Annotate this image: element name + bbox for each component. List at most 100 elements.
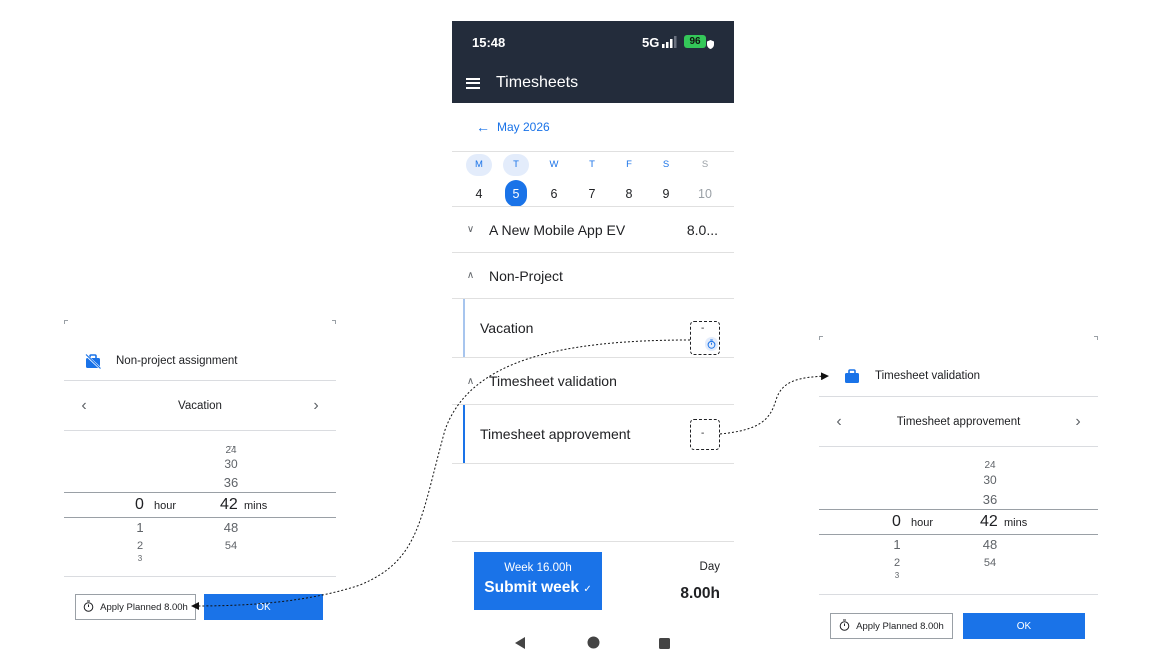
- dialog-header-title: Timesheet validation: [875, 370, 981, 382]
- non-project-section[interactable]: ∧ Non-Project: [452, 253, 734, 298]
- entry-indicator: [463, 299, 465, 357]
- chevron-down-icon[interactable]: ∨: [452, 224, 489, 235]
- corner-mark: [819, 336, 823, 340]
- chevron-up-icon[interactable]: ∧: [452, 270, 489, 281]
- day-number: 4: [475, 187, 483, 201]
- picker-hour-value[interactable]: 0: [892, 513, 901, 531]
- picker-hour-option[interactable]: 2: [120, 540, 160, 552]
- picker-minute-option[interactable]: 24: [211, 445, 251, 456]
- day-monday[interactable]: M 4: [466, 154, 492, 208]
- day-thursday[interactable]: T 7: [579, 154, 605, 208]
- section-title: Non-Project: [489, 267, 563, 284]
- approvement-value-field[interactable]: -: [690, 419, 720, 450]
- separator: [452, 541, 734, 542]
- picker-selection-band: [64, 492, 336, 518]
- picker-minute-option[interactable]: 36: [970, 492, 1010, 507]
- dialog-header: Timesheet validation: [819, 365, 1098, 387]
- day-number: 7: [588, 187, 596, 201]
- picker-hour-option[interactable]: 2: [877, 557, 917, 569]
- separator: [64, 576, 336, 577]
- picker-minute-option[interactable]: 48: [211, 520, 251, 535]
- chevron-right-icon[interactable]: ›: [296, 391, 336, 421]
- day-friday[interactable]: F 8: [616, 154, 642, 208]
- project-row[interactable]: ∨ A New Mobile App EV 8.0...: [452, 207, 734, 252]
- dialog-nav-label: Timesheet approvement: [896, 416, 1021, 428]
- vacation-entry[interactable]: Vacation -: [452, 299, 734, 357]
- entry-label: Vacation: [480, 320, 534, 336]
- chevron-up-icon[interactable]: ∧: [452, 376, 489, 387]
- submit-week-label: Submit week ✓: [474, 579, 602, 597]
- chevron-left-icon[interactable]: ‹: [819, 407, 859, 437]
- arrow-approvement-to-right-dialog: [719, 372, 829, 435]
- day-number-selected: 5: [505, 180, 527, 207]
- timesheet-validation-section[interactable]: ∧ Timesheet validation: [452, 358, 734, 404]
- picker-minute-option[interactable]: 54: [211, 540, 251, 552]
- submit-week-button[interactable]: Week 16.00h Submit week ✓: [474, 552, 602, 610]
- project-hours: 8.0...: [686, 221, 718, 238]
- entry-value: -: [701, 323, 705, 334]
- day-wednesday[interactable]: W 6: [541, 154, 567, 208]
- footer: Week 16.00h Submit week ✓ Day 8.00h: [452, 541, 734, 655]
- briefcase-icon: [843, 367, 861, 385]
- project-name: A New Mobile App EV: [489, 221, 626, 238]
- day-letter: F: [626, 159, 632, 170]
- picker-hour-option[interactable]: 3: [877, 571, 917, 580]
- day-saturday[interactable]: S 9: [653, 154, 679, 208]
- entry-indicator: [463, 405, 465, 463]
- day-letter: S: [701, 159, 709, 170]
- dialog-nav: ‹ Vacation ›: [64, 390, 336, 422]
- picker-minute-option[interactable]: 30: [970, 473, 1010, 487]
- separator: [819, 446, 1098, 447]
- check-icon: ✓: [583, 584, 592, 595]
- dialog-header: Non-project assignment: [64, 350, 336, 372]
- picker-hour-value[interactable]: 0: [135, 496, 144, 514]
- stopwatch-icon[interactable]: [705, 337, 718, 351]
- arrow-left-icon[interactable]: ←: [476, 119, 490, 135]
- day-number: 8: [625, 187, 633, 201]
- picker-minute-option[interactable]: 30: [211, 457, 251, 471]
- entry-value: -: [701, 428, 705, 439]
- home-icon[interactable]: [587, 636, 600, 654]
- apply-planned-button[interactable]: Apply Planned 8.00h: [75, 594, 196, 620]
- shield-icon: [707, 37, 714, 49]
- picker-hour-option[interactable]: 3: [120, 554, 160, 563]
- day-tuesday[interactable]: T 5: [503, 154, 529, 207]
- corner-mark: [64, 320, 68, 324]
- day-letter: W: [549, 159, 559, 170]
- status-bar: 15:48 5G 96: [452, 21, 734, 63]
- ok-button[interactable]: OK: [204, 594, 323, 620]
- picker-minute-option[interactable]: 24: [970, 460, 1010, 471]
- picker-minute-value[interactable]: 42: [220, 496, 238, 514]
- separator: [452, 463, 734, 464]
- menu-icon[interactable]: [466, 77, 480, 89]
- ok-button[interactable]: OK: [963, 613, 1085, 639]
- month-selector[interactable]: ← May 2026: [476, 119, 550, 135]
- picker-minute-unit: mins: [244, 500, 268, 512]
- picker-minute-option[interactable]: 54: [970, 557, 1010, 569]
- apply-planned-button[interactable]: Apply Planned 8.00h: [830, 613, 953, 639]
- chevron-right-icon[interactable]: ›: [1058, 407, 1098, 437]
- stopwatch-icon: [839, 619, 850, 634]
- picker-minute-option[interactable]: 36: [211, 475, 251, 490]
- picker-minute-value[interactable]: 42: [980, 513, 998, 531]
- day-letter: T: [589, 159, 595, 170]
- back-icon[interactable]: [514, 636, 526, 654]
- separator: [819, 396, 1098, 397]
- dialog-nav: ‹ Timesheet approvement ›: [819, 406, 1098, 438]
- picker-hour-unit: hour: [154, 500, 177, 512]
- dialog-nav-label: Vacation: [178, 400, 222, 412]
- picker-minute-option[interactable]: 48: [970, 537, 1010, 552]
- chevron-left-icon[interactable]: ‹: [64, 391, 104, 421]
- submit-week-text: Submit week: [484, 579, 580, 596]
- recents-icon[interactable]: [659, 636, 670, 654]
- separator: [819, 594, 1098, 595]
- timesheet-approvement-entry[interactable]: Timesheet approvement -: [452, 405, 734, 463]
- stopwatch-icon: [83, 600, 94, 615]
- separator: [64, 430, 336, 431]
- picker-hour-option[interactable]: 1: [877, 537, 917, 552]
- day-sunday[interactable]: S 10: [692, 154, 718, 208]
- picker-selection-band: [819, 509, 1098, 535]
- picker-minute-unit: mins: [1004, 517, 1028, 529]
- picker-hour-option[interactable]: 1: [120, 520, 160, 535]
- vacation-value-field[interactable]: -: [690, 321, 720, 355]
